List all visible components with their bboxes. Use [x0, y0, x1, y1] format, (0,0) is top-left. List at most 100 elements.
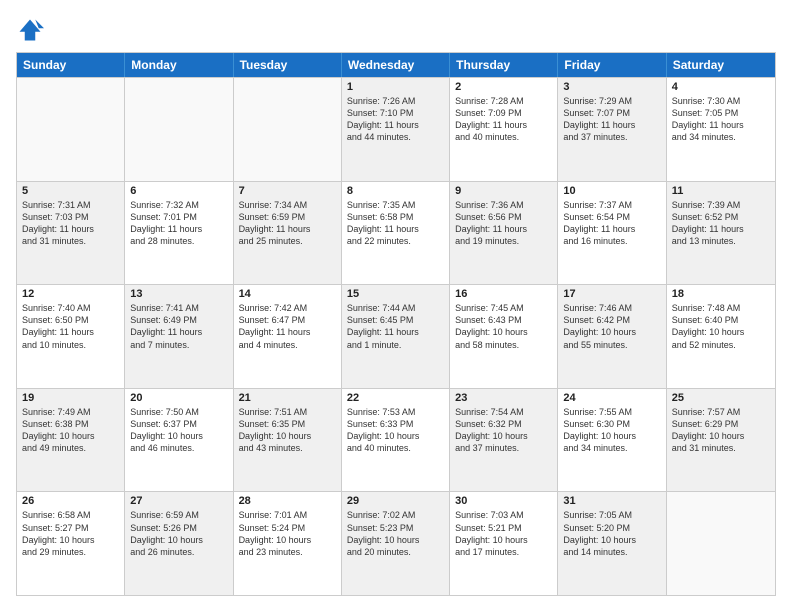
cell-line: Sunrise: 6:58 AM — [22, 509, 119, 521]
cell-line: Sunset: 5:26 PM — [130, 522, 227, 534]
cell-line: Sunrise: 7:45 AM — [455, 302, 552, 314]
cell-line: and 46 minutes. — [130, 442, 227, 454]
cell-line: Sunset: 7:03 PM — [22, 211, 119, 223]
cal-cell-1: 1Sunrise: 7:26 AMSunset: 7:10 PMDaylight… — [342, 78, 450, 181]
cell-line: Sunrise: 7:35 AM — [347, 199, 444, 211]
cell-line: Sunset: 5:20 PM — [563, 522, 660, 534]
day-number: 28 — [239, 495, 336, 507]
cell-line: Daylight: 11 hours — [22, 223, 119, 235]
cell-line: Sunrise: 7:53 AM — [347, 406, 444, 418]
day-number: 7 — [239, 185, 336, 197]
day-number: 14 — [239, 288, 336, 300]
day-number: 5 — [22, 185, 119, 197]
cell-line: Sunset: 6:56 PM — [455, 211, 552, 223]
cell-line: and 14 minutes. — [563, 546, 660, 558]
cal-cell-19: 19Sunrise: 7:49 AMSunset: 6:38 PMDayligh… — [17, 389, 125, 492]
cell-line: and 58 minutes. — [455, 339, 552, 351]
cal-cell-7: 7Sunrise: 7:34 AMSunset: 6:59 PMDaylight… — [234, 182, 342, 285]
day-number: 11 — [672, 185, 770, 197]
cal-cell-22: 22Sunrise: 7:53 AMSunset: 6:33 PMDayligh… — [342, 389, 450, 492]
cell-line: Sunset: 6:43 PM — [455, 314, 552, 326]
cal-cell-27: 27Sunrise: 6:59 AMSunset: 5:26 PMDayligh… — [125, 492, 233, 595]
cell-line: Sunrise: 7:31 AM — [22, 199, 119, 211]
cell-line: Sunrise: 7:29 AM — [563, 95, 660, 107]
cell-line: and 10 minutes. — [22, 339, 119, 351]
cell-line: and 4 minutes. — [239, 339, 336, 351]
cell-line: Daylight: 10 hours — [563, 534, 660, 546]
cal-cell-13: 13Sunrise: 7:41 AMSunset: 6:49 PMDayligh… — [125, 285, 233, 388]
cell-line: Daylight: 10 hours — [563, 430, 660, 442]
cell-line: Daylight: 10 hours — [239, 534, 336, 546]
cell-line: Sunset: 7:09 PM — [455, 107, 552, 119]
cal-cell-4: 4Sunrise: 7:30 AMSunset: 7:05 PMDaylight… — [667, 78, 775, 181]
cell-line: and 26 minutes. — [130, 546, 227, 558]
day-number: 22 — [347, 392, 444, 404]
cell-line: Sunrise: 7:34 AM — [239, 199, 336, 211]
day-number: 26 — [22, 495, 119, 507]
cell-line: and 1 minute. — [347, 339, 444, 351]
cell-line: Daylight: 11 hours — [347, 119, 444, 131]
cell-line: Sunset: 6:52 PM — [672, 211, 770, 223]
cell-line: Sunset: 6:47 PM — [239, 314, 336, 326]
cal-cell-11: 11 Sunrise: 7:39 AMSunset: 6:52 PMDayligh… — [667, 182, 775, 285]
cal-cell-16: 16Sunrise: 7:45 AMSunset: 6:43 PMDayligh… — [450, 285, 558, 388]
cell-line: and 34 minutes. — [563, 442, 660, 454]
cell-line: Sunset: 5:24 PM — [239, 522, 336, 534]
cal-row-1: 5Sunrise: 7:31 AMSunset: 7:03 PMDaylight… — [17, 181, 775, 285]
cell-line: Sunset: 6:58 PM — [347, 211, 444, 223]
cell-line: Daylight: 10 hours — [347, 534, 444, 546]
cell-line: and 49 minutes. — [22, 442, 119, 454]
cell-line: Daylight: 10 hours — [672, 430, 770, 442]
cell-line: Sunset: 6:33 PM — [347, 418, 444, 430]
cal-cell-empty — [125, 78, 233, 181]
cell-line: Sunrise: 7:55 AM — [563, 406, 660, 418]
cell-line: Sunset: 6:45 PM — [347, 314, 444, 326]
cell-line: and 20 minutes. — [347, 546, 444, 558]
cal-cell-26: 26Sunrise: 6:58 AMSunset: 5:27 PMDayligh… — [17, 492, 125, 595]
cell-line: Sunset: 7:01 PM — [130, 211, 227, 223]
day-number: 25 — [672, 392, 770, 404]
cell-line: Sunrise: 7:39 AM — [672, 199, 770, 211]
day-number: 1 — [347, 81, 444, 93]
cell-line: Sunrise: 7:05 AM — [563, 509, 660, 521]
cell-line: Daylight: 11 hours — [672, 223, 770, 235]
day-number: 20 — [130, 392, 227, 404]
page: SundayMondayTuesdayWednesdayThursdayFrid… — [0, 0, 792, 612]
cell-line: and 37 minutes. — [455, 442, 552, 454]
cell-line: Sunrise: 7:02 AM — [347, 509, 444, 521]
day-number: 23 — [455, 392, 552, 404]
cell-line: Sunrise: 7:48 AM — [672, 302, 770, 314]
cell-line: and 25 minutes. — [239, 235, 336, 247]
cell-line: Sunrise: 7:30 AM — [672, 95, 770, 107]
cell-line: Sunset: 6:30 PM — [563, 418, 660, 430]
cell-line: Sunrise: 7:28 AM — [455, 95, 552, 107]
cell-line: Sunrise: 7:50 AM — [130, 406, 227, 418]
cal-cell-31: 31Sunrise: 7:05 AMSunset: 5:20 PMDayligh… — [558, 492, 666, 595]
cell-line: and 31 minutes. — [672, 442, 770, 454]
cell-line: Daylight: 10 hours — [22, 430, 119, 442]
cell-line: and 28 minutes. — [130, 235, 227, 247]
cal-header-friday: Friday — [558, 53, 666, 77]
cell-line: and 40 minutes. — [347, 442, 444, 454]
cell-line: Sunset: 6:49 PM — [130, 314, 227, 326]
cal-cell-empty — [17, 78, 125, 181]
cell-line: Daylight: 10 hours — [672, 326, 770, 338]
day-number: 13 — [130, 288, 227, 300]
cell-line: Daylight: 11 hours — [455, 223, 552, 235]
cell-line: Daylight: 11 hours — [672, 119, 770, 131]
day-number: 17 — [563, 288, 660, 300]
cell-line: and 37 minutes. — [563, 131, 660, 143]
day-number: 16 — [455, 288, 552, 300]
cell-line: Sunrise: 7:41 AM — [130, 302, 227, 314]
cell-line: Sunrise: 7:40 AM — [22, 302, 119, 314]
cell-line: Sunset: 6:40 PM — [672, 314, 770, 326]
cal-cell-24: 24Sunrise: 7:55 AMSunset: 6:30 PMDayligh… — [558, 389, 666, 492]
cell-line: Daylight: 10 hours — [22, 534, 119, 546]
cell-line: Daylight: 11 hours — [563, 119, 660, 131]
cell-line: Sunset: 6:29 PM — [672, 418, 770, 430]
cell-line: Daylight: 10 hours — [563, 326, 660, 338]
day-number: 27 — [130, 495, 227, 507]
day-number: 19 — [22, 392, 119, 404]
cal-cell-15: 15Sunrise: 7:44 AMSunset: 6:45 PMDayligh… — [342, 285, 450, 388]
cell-line: and 19 minutes. — [455, 235, 552, 247]
